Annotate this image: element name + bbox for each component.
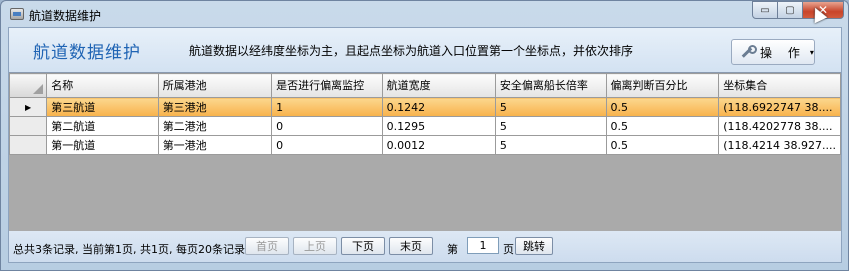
cell-coordinates[interactable]: (118.4214 38.927.... <box>718 135 841 155</box>
pager-bar: 总共3条记录, 当前第1页, 共1页, 每页20条记录 首页 上页 下页 末页 … <box>9 231 841 262</box>
pager-summary: 总共3条记录, 当前第1页, 共1页, 每页20条记录 <box>13 243 245 256</box>
column-header-port-basin[interactable]: 所属港池 <box>157 73 273 98</box>
channel-table: 名称 所属港池 是否进行偏离监控 航道宽度 安全偏离船长倍率 偏离判断百分比 坐… <box>9 73 841 155</box>
page-description: 航道数据以经纬度坐标为主，且起点坐标为航道入口位置第一个坐标点，并依次排序 <box>189 44 634 58</box>
header-panel: 航道数据维护 航道数据以经纬度坐标为主，且起点坐标为航道入口位置第一个坐标点，并… <box>9 28 841 72</box>
cell-port-basin[interactable]: 第一港池 <box>157 135 273 155</box>
row-selector[interactable] <box>9 135 48 155</box>
last-page-button[interactable]: 末页 <box>389 237 433 255</box>
cell-name[interactable]: 第三航道 <box>46 97 159 117</box>
go-page-button[interactable]: 跳转 <box>515 237 553 255</box>
select-all-corner[interactable] <box>9 73 48 98</box>
prev-page-button[interactable]: 上页 <box>293 237 337 255</box>
cell-port-basin[interactable]: 第二港池 <box>157 116 273 136</box>
minimize-icon: ▭ <box>760 4 770 16</box>
cell-name[interactable]: 第二航道 <box>46 116 159 136</box>
cell-safety-ratio[interactable]: 5 <box>494 97 607 117</box>
cell-coordinates[interactable]: (118.4202778 38.... <box>718 116 841 136</box>
column-header-deviation-monitor[interactable]: 是否进行偏离监控 <box>271 73 383 98</box>
cell-channel-width[interactable]: 0.1295 <box>381 116 496 136</box>
table-row[interactable]: ▶ 第三航道 第三港池 1 0.1242 5 0.5 (118.6922747 … <box>9 97 841 117</box>
page-suffix-label: 页 <box>503 243 514 256</box>
cell-deviation-monitor[interactable]: 0 <box>271 116 383 136</box>
cell-name[interactable]: 第一航道 <box>46 135 159 155</box>
window-controls: ▭ ▢ ✕ <box>752 1 844 19</box>
column-header-channel-width[interactable]: 航道宽度 <box>381 73 496 98</box>
minimize-button[interactable]: ▭ <box>752 1 778 19</box>
maximize-button[interactable]: ▢ <box>777 1 803 19</box>
column-header-name[interactable]: 名称 <box>46 73 159 98</box>
page-prefix-label: 第 <box>447 243 458 256</box>
column-header-safety-ratio[interactable]: 安全偏离船长倍率 <box>494 73 607 98</box>
column-header-coordinates[interactable]: 坐标集合 <box>718 73 841 98</box>
page-number-input[interactable] <box>467 237 499 254</box>
cell-deviation-monitor[interactable]: 0 <box>271 135 383 155</box>
operate-button[interactable]: 操 作 ▾ <box>731 39 815 65</box>
cell-safety-ratio[interactable]: 5 <box>494 116 607 136</box>
channel-data-grid: 名称 所属港池 是否进行偏离监控 航道宽度 安全偏离船长倍率 偏离判断百分比 坐… <box>9 72 841 231</box>
row-selector[interactable]: ▶ <box>9 97 48 117</box>
main-window: 航道数据维护 ▭ ▢ ✕ 航道数据维护 航道数据以经纬度坐标为主，且起点坐标为航… <box>0 0 849 271</box>
cell-deviation-percent[interactable]: 0.5 <box>605 135 720 155</box>
first-page-button[interactable]: 首页 <box>245 237 289 255</box>
cell-deviation-percent[interactable]: 0.5 <box>605 97 720 117</box>
table-row[interactable]: 第一航道 第一港池 0 0.0012 5 0.5 (118.4214 38.92… <box>9 135 841 155</box>
current-row-arrow-icon: ▶ <box>25 102 32 112</box>
chevron-down-icon: ▾ <box>809 47 814 57</box>
wrench-icon <box>740 45 757 59</box>
table-row[interactable]: 第二航道 第二港池 0 0.1295 5 0.5 (118.4202778 38… <box>9 116 841 136</box>
cell-port-basin[interactable]: 第三港池 <box>157 97 273 117</box>
cell-safety-ratio[interactable]: 5 <box>494 135 607 155</box>
cell-deviation-percent[interactable]: 0.5 <box>605 116 720 136</box>
table-header-row: 名称 所属港池 是否进行偏离监控 航道宽度 安全偏离船长倍率 偏离判断百分比 坐… <box>9 73 841 98</box>
cell-coordinates[interactable]: (118.6922747 38.... <box>718 97 841 117</box>
column-header-deviation-percent[interactable]: 偏离判断百分比 <box>605 73 720 98</box>
row-selector[interactable] <box>9 116 48 136</box>
operate-button-label: 操 作 <box>760 45 806 60</box>
app-icon <box>10 8 24 20</box>
cell-deviation-monitor[interactable]: 1 <box>271 97 383 117</box>
title-bar[interactable]: 航道数据维护 ▭ ▢ ✕ <box>1 1 848 27</box>
cell-channel-width[interactable]: 0.1242 <box>381 97 496 117</box>
maximize-icon: ▢ <box>785 4 795 16</box>
page-title: 航道数据维护 <box>33 43 141 63</box>
client-area: 航道数据维护 航道数据以经纬度坐标为主，且起点坐标为航道入口位置第一个坐标点，并… <box>8 27 842 263</box>
cell-channel-width[interactable]: 0.0012 <box>381 135 496 155</box>
next-page-button[interactable]: 下页 <box>341 237 385 255</box>
window-title: 航道数据维护 <box>29 9 102 23</box>
